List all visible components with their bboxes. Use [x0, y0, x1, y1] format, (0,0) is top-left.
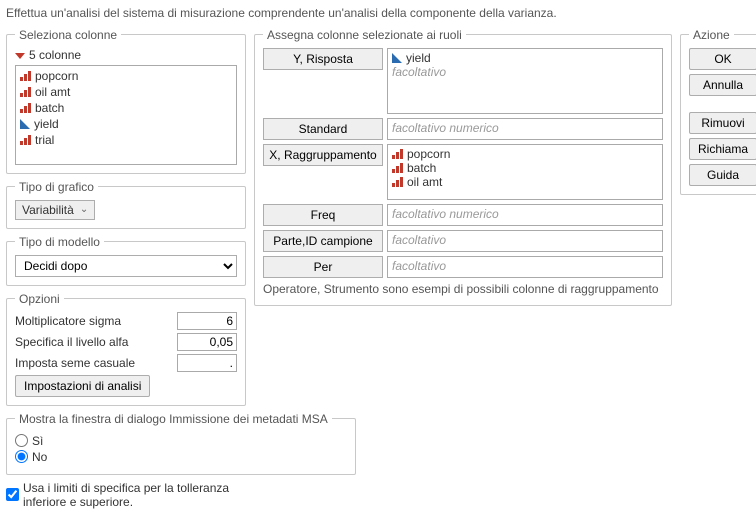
list-item[interactable]: popcorn — [18, 68, 234, 84]
model-type-legend: Tipo di modello — [15, 235, 104, 249]
part-id-box[interactable]: facoltativo — [387, 230, 663, 252]
msa-yes-radio[interactable] — [15, 434, 28, 447]
list-item[interactable]: oil amt — [18, 84, 234, 100]
help-button[interactable]: Guida — [689, 164, 756, 186]
list-item[interactable]: yield — [18, 116, 234, 132]
msa-no-label: No — [32, 450, 47, 464]
freq-placeholder: facoltativo numerico — [392, 207, 499, 221]
bars-icon — [20, 135, 31, 145]
bars-icon — [20, 87, 31, 97]
x-value: batch — [407, 161, 436, 175]
triangle-icon — [392, 53, 402, 63]
standard-button[interactable]: Standard — [263, 118, 383, 140]
x-value: popcorn — [407, 147, 450, 161]
columns-list[interactable]: popcorn oil amt batch yield trial — [15, 65, 237, 165]
msa-no-radio[interactable] — [15, 450, 28, 463]
standard-box[interactable]: facoltativo numerico — [387, 118, 663, 140]
spec-limits-checkbox[interactable] — [6, 488, 19, 501]
chart-type-legend: Tipo di grafico — [15, 180, 98, 194]
seed-input[interactable] — [177, 354, 237, 372]
roles-legend: Assegna colonne selezionate ai ruoli — [263, 28, 466, 42]
spec-limits-label: Usa i limiti di specifica per la tollera… — [23, 481, 246, 509]
recall-button[interactable]: Richiama — [689, 138, 756, 160]
columns-count-header[interactable]: 5 colonne — [15, 48, 237, 62]
column-name: oil amt — [35, 85, 70, 99]
alpha-label: Specifica il livello alfa — [15, 335, 173, 349]
model-type-select[interactable]: Decidi dopo — [15, 255, 237, 277]
x-value: oil amt — [407, 175, 442, 189]
per-placeholder: facoltativo — [392, 259, 446, 273]
y-value: yield — [406, 51, 431, 65]
select-columns-group: Seleziona colonne 5 colonne popcorn oil … — [6, 28, 246, 174]
actions-legend: Azione — [689, 28, 734, 42]
triangle-icon — [20, 119, 30, 129]
bars-icon — [20, 103, 31, 113]
column-name: yield — [34, 117, 59, 131]
seed-label: Imposta seme casuale — [15, 356, 173, 370]
x-grouping-box[interactable]: popcorn batch oil amt — [387, 144, 663, 200]
cancel-button[interactable]: Annulla — [689, 74, 756, 96]
column-name: popcorn — [35, 69, 78, 83]
roles-group: Assegna colonne selezionate ai ruoli Y, … — [254, 28, 672, 307]
per-box[interactable]: facoltativo — [387, 256, 663, 278]
part-id-button[interactable]: Parte,ID campione — [263, 230, 383, 252]
chart-type-value: Variabilità — [22, 203, 74, 217]
analysis-settings-button[interactable]: Impostazioni di analisi — [15, 375, 150, 397]
model-type-group: Tipo di modello Decidi dopo — [6, 235, 246, 286]
list-item[interactable]: batch — [18, 100, 234, 116]
freq-button[interactable]: Freq — [263, 204, 383, 226]
column-name: batch — [35, 101, 64, 115]
per-button[interactable]: Per — [263, 256, 383, 278]
alpha-input[interactable] — [177, 333, 237, 351]
list-item[interactable]: trial — [18, 132, 234, 148]
bars-icon — [392, 177, 403, 187]
standard-placeholder: facoltativo numerico — [392, 121, 499, 135]
sigma-input[interactable] — [177, 312, 237, 330]
select-columns-legend: Seleziona colonne — [15, 28, 121, 42]
y-placeholder: facoltativo — [392, 65, 658, 79]
chart-type-dropdown[interactable]: Variabilità ⌄ — [15, 200, 95, 220]
roles-note: Operatore, Strumento sono esempi di poss… — [263, 282, 663, 298]
y-response-box[interactable]: yield facoltativo — [387, 48, 663, 114]
y-response-button[interactable]: Y, Risposta — [263, 48, 383, 70]
part-placeholder: facoltativo — [392, 233, 446, 247]
ok-button[interactable]: OK — [689, 48, 756, 70]
dialog-description: Effettua un'analisi del sistema di misur… — [6, 6, 750, 22]
remove-button[interactable]: Rimuovi — [689, 112, 756, 134]
x-grouping-button[interactable]: X, Raggruppamento — [263, 144, 383, 166]
dropdown-triangle-icon — [15, 53, 25, 59]
chart-type-group: Tipo di grafico Variabilità ⌄ — [6, 180, 246, 229]
chevron-down-icon: ⌄ — [80, 204, 88, 215]
bars-icon — [392, 163, 403, 173]
msa-yes-label: Sì — [32, 434, 43, 448]
sigma-label: Moltiplicatore sigma — [15, 314, 173, 328]
msa-legend: Mostra la finestra di dialogo Immissione… — [15, 412, 332, 426]
bars-icon — [20, 71, 31, 81]
bars-icon — [392, 149, 403, 159]
column-name: trial — [35, 133, 54, 147]
options-group: Opzioni Moltiplicatore sigma Specifica i… — [6, 292, 246, 406]
options-legend: Opzioni — [15, 292, 64, 306]
msa-dialog-group: Mostra la finestra di dialogo Immissione… — [6, 412, 356, 475]
freq-box[interactable]: facoltativo numerico — [387, 204, 663, 226]
columns-count-label: 5 colonne — [29, 48, 81, 62]
actions-group: Azione OK Annulla Rimuovi Richiama Guida — [680, 28, 756, 195]
